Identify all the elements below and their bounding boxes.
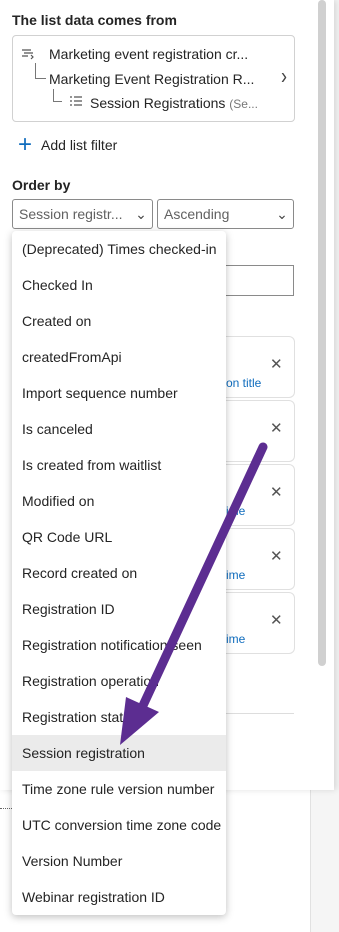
source-row-2: Marketing Event Registration R... (49, 71, 255, 87)
order-field-select[interactable]: Session registr... ⌄ (12, 199, 153, 229)
card-link[interactable]: on title (226, 376, 261, 390)
menu-item[interactable]: Version Number (12, 843, 226, 879)
card-link[interactable]: ime (226, 568, 245, 582)
menu-item[interactable]: Registration ID (12, 591, 226, 627)
menu-item[interactable]: Created on (12, 303, 226, 339)
source-row-3: Session Registrations (Se... (90, 95, 258, 111)
background-card[interactable]: ✕ ime (226, 592, 295, 654)
menu-item[interactable]: Checked In (12, 267, 226, 303)
card-link[interactable]: ime (226, 504, 245, 518)
scrollbar[interactable] (318, 0, 326, 666)
order-by-title: Order by (12, 177, 71, 193)
list-icon (69, 95, 83, 110)
order-direction-select[interactable]: Ascending ⌄ (157, 199, 294, 229)
add-list-filter-label: Add list filter (41, 137, 118, 153)
source-row-1: Marketing event registration cr... (49, 46, 249, 62)
menu-item[interactable]: Is canceled (12, 411, 226, 447)
tree-connector (53, 89, 62, 102)
menu-item[interactable]: Import sequence number (12, 375, 226, 411)
chevron-down-icon: ⌄ (276, 205, 288, 222)
menu-item[interactable]: createdFromApi (12, 339, 226, 375)
menu-item[interactable]: Registration notification seen (12, 627, 226, 663)
background-panel-lower (310, 790, 339, 932)
background-input[interactable] (226, 265, 294, 296)
close-icon[interactable]: ✕ (270, 483, 283, 501)
tree-connector (35, 63, 46, 79)
menu-item[interactable]: QR Code URL (12, 519, 226, 555)
chevron-down-icon: ⌄ (135, 205, 147, 222)
menu-item[interactable]: Registration operation (12, 663, 226, 699)
flow-icon (21, 47, 35, 64)
menu-item[interactable]: UTC conversion time zone code (12, 807, 226, 843)
close-icon[interactable]: ✕ (270, 547, 283, 565)
background-card[interactable]: ✕ ime (226, 528, 295, 590)
add-list-filter-button[interactable]: + Add list filter (18, 133, 117, 157)
background-card[interactable]: ✕ (226, 400, 295, 462)
menu-item[interactable]: Is created from waitlist (12, 447, 226, 483)
menu-item[interactable]: (Deprecated) Times checked-in (12, 231, 226, 267)
order-field-dropdown-menu: (Deprecated) Times checked-in Checked In… (12, 231, 226, 915)
menu-item[interactable]: Record created on (12, 555, 226, 591)
dotted-line (0, 808, 12, 809)
close-icon[interactable]: ✕ (270, 419, 283, 437)
background-card[interactable]: ✕ on title (226, 336, 295, 398)
close-icon[interactable]: ✕ (270, 355, 283, 373)
order-field-value: Session registr... (19, 206, 123, 222)
close-icon[interactable]: ✕ (270, 611, 283, 629)
divider (226, 713, 294, 714)
plus-icon: + (18, 131, 33, 158)
menu-item[interactable]: Time zone rule version number (12, 771, 226, 807)
menu-item[interactable]: Webinar registration ID (12, 879, 226, 915)
menu-item[interactable]: Registration status (12, 699, 226, 735)
order-direction-value: Ascending (164, 206, 230, 222)
menu-item-selected[interactable]: Session registration (12, 735, 226, 771)
menu-item[interactable]: Modified on (12, 483, 226, 519)
source-section-title: The list data comes from (12, 12, 177, 28)
card-link[interactable]: ime (226, 632, 245, 646)
source-box[interactable]: Marketing event registration cr... Marke… (12, 35, 295, 122)
chevron-right-icon[interactable]: › (281, 63, 287, 90)
background-card[interactable]: ✕ ime (226, 464, 295, 526)
